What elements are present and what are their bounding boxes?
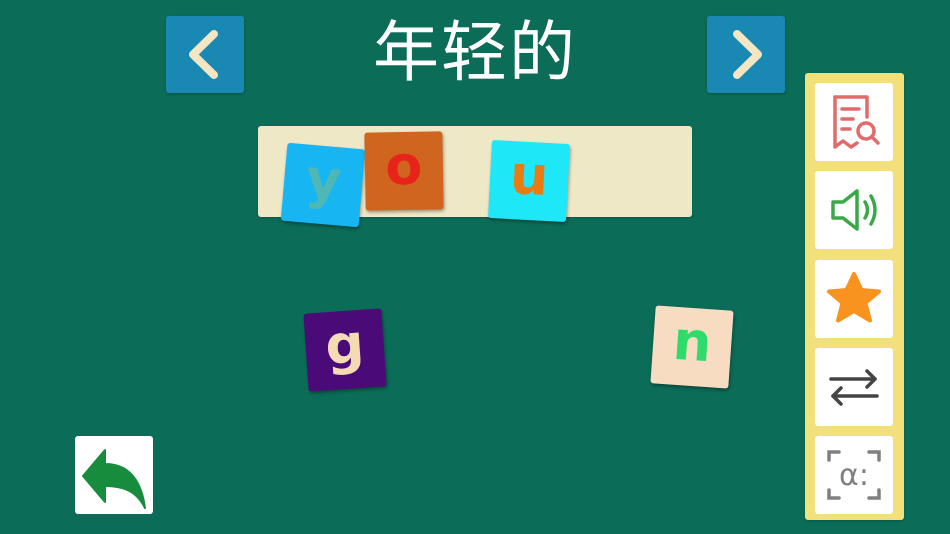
lookup-button[interactable] [815,83,893,161]
letter-tile-char: y [303,146,344,213]
word-title: 年轻的 [373,14,577,91]
phonetic-button[interactable]: α: [815,436,893,514]
back-arrow-icon [82,449,146,509]
chevron-right-icon [733,30,762,79]
letter-tile-char: n [670,308,714,375]
letter-tile-y[interactable]: y [280,142,366,228]
letter-tile-g[interactable]: g [303,308,387,392]
swap-arrows-icon [829,369,879,406]
letter-tile-n[interactable]: n [650,305,734,389]
phonetic-symbol-icon: α: [827,450,881,500]
speak-button[interactable] [815,171,893,249]
letter-tile-o[interactable]: o [364,131,444,211]
letter-tile-char: g [323,311,367,378]
favorite-button[interactable] [815,260,893,338]
letter-tile-u[interactable]: u [488,140,570,222]
star-icon [827,272,881,323]
document-search-icon [833,95,880,149]
tool-panel: α: [805,73,904,520]
game-stage: 年轻的 y o u g n α: [0,0,950,534]
phonetic-glyph: α: [839,458,869,493]
letter-tile-char: u [508,143,551,208]
next-word-button[interactable] [707,16,785,93]
previous-word-button[interactable] [166,16,244,93]
speaker-icon [831,189,877,231]
letter-tile-char: o [384,133,423,198]
swap-button[interactable] [815,348,893,426]
back-button[interactable] [75,436,153,514]
chevron-left-icon [189,30,218,79]
